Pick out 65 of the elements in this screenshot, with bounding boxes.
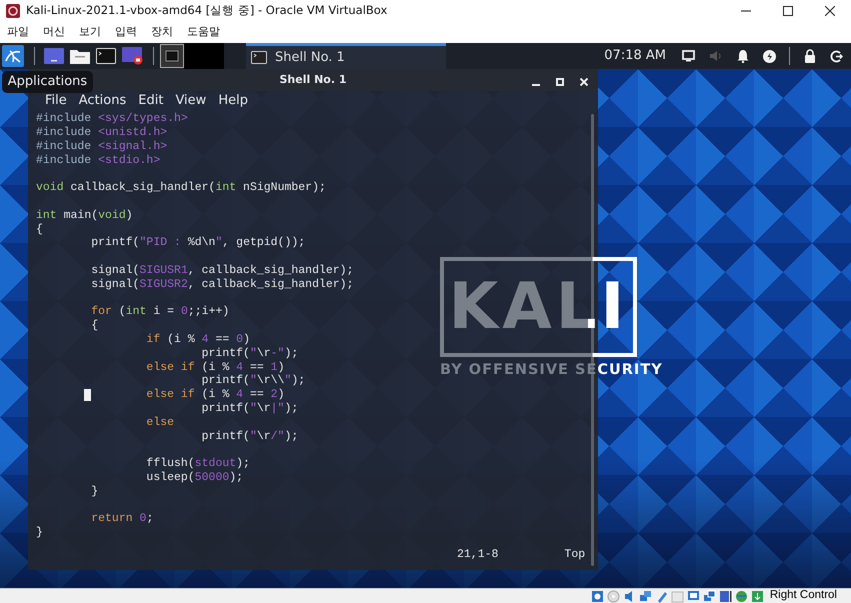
cursor-position: 21,1-8	[457, 547, 498, 564]
terminal-icon	[251, 51, 267, 64]
terminal-icon[interactable]	[96, 48, 116, 64]
power-icon[interactable]	[763, 50, 776, 62]
maximize-icon	[556, 78, 564, 86]
close-icon	[825, 6, 835, 16]
display-icon	[687, 590, 700, 602]
app-menu-icon[interactable]	[2, 45, 24, 67]
screen-record-icon[interactable]	[122, 47, 144, 65]
code-line: for (int i = 0;;i++)	[90, 305, 230, 320]
logout-icon[interactable]	[830, 50, 843, 62]
code-line: return 0;	[90, 512, 154, 526]
code-line: printf("\r\\");	[200, 374, 306, 388]
menu-item[interactable]: View	[169, 90, 212, 110]
disc-icon	[607, 590, 620, 602]
code-line: #include <sys/types.h>	[36, 112, 188, 126]
menu-item[interactable]: Actions	[72, 90, 132, 110]
bell-icon[interactable]	[737, 49, 749, 63]
screens-icon	[703, 590, 716, 602]
code-line: {	[90, 319, 98, 334]
host-key-label: Right Control	[770, 588, 837, 603]
code-line: int main(void)	[36, 208, 133, 223]
window-preview	[184, 43, 224, 69]
clock[interactable]: 07:18 AM	[604, 46, 666, 66]
lock-icon[interactable]	[804, 49, 816, 63]
menu-item[interactable]: Edit	[132, 90, 170, 110]
code-line: signal(SIGUSR2, callback_sig_handler);	[90, 278, 354, 292]
code-line: printf("PID : %d\n", getpid());	[90, 236, 306, 250]
code-line: fflush(stdout);	[145, 457, 250, 472]
display-icon[interactable]	[682, 50, 695, 62]
code-line: printf("\r-");	[200, 346, 298, 361]
code-line: void callback_sig_handler(int nSigNumber);	[36, 181, 326, 196]
code-line: printf("\r/");	[200, 430, 298, 444]
app-icon	[6, 4, 20, 18]
code-line: usleep(50000);	[145, 471, 244, 485]
folder-icon[interactable]	[70, 48, 90, 64]
menu-item[interactable]: 입력	[108, 24, 144, 41]
menu-item[interactable]: Help	[212, 90, 254, 110]
code-line: }	[90, 484, 98, 499]
taskbar-button[interactable]: Shell No. 1	[246, 43, 446, 69]
code-line: else if (i % 4 == 2)	[36, 388, 284, 402]
menu-item[interactable]: 파일	[0, 24, 36, 41]
menu-item[interactable]: 보기	[72, 24, 108, 41]
tooltip: Applications	[2, 71, 93, 93]
code-line: {	[36, 222, 43, 236]
terminal-title: Shell No. 1	[279, 72, 346, 88]
maximize-icon	[783, 6, 793, 16]
scroll-position: Top	[564, 547, 586, 564]
code-line: #include <signal.h>	[36, 140, 168, 154]
window-icon[interactable]	[160, 44, 184, 68]
window-title: Kali-Linux-2021.1-vbox-amd64 [실행 중] - Oracle VM VirtualBox	[26, 2, 388, 20]
code-line: #include <unistd.h>	[36, 126, 168, 140]
menu-item[interactable]: 도움말	[180, 24, 227, 41]
code-line: printf("\r|");	[200, 402, 298, 416]
close-icon	[580, 78, 588, 86]
code-line: signal(SIGUSR1, callback_sig_handler);	[90, 264, 354, 278]
menu-item[interactable]: 장치	[144, 24, 180, 41]
desktop-icon[interactable]	[44, 48, 64, 64]
code-line: else if (i % 4 == 1)	[145, 360, 284, 374]
code-line: }	[36, 526, 43, 540]
code-line: #include <stdio.h>	[36, 154, 160, 168]
menu-item[interactable]: 머신	[36, 24, 72, 41]
code-line: else	[145, 416, 174, 430]
code-line: if (i % 4 == 0)	[145, 333, 250, 347]
menu-item[interactable]: File	[39, 90, 73, 110]
